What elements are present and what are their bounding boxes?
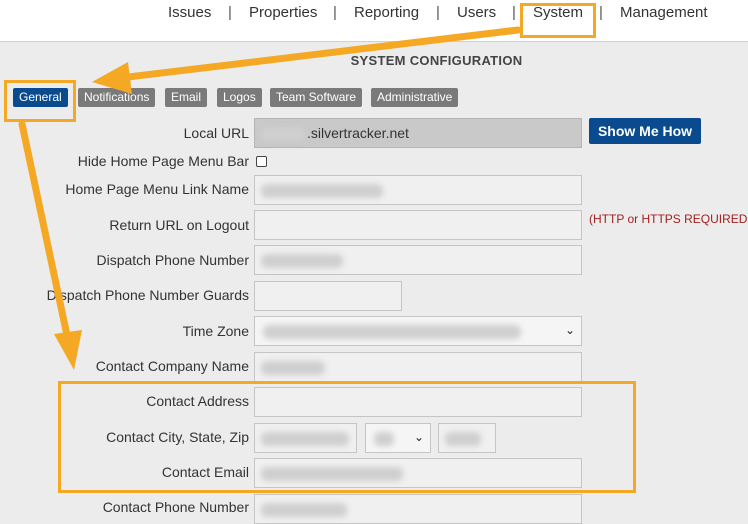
arrow-general-to-contact: [18, 120, 72, 344]
arrow-system-to-general: [116, 26, 522, 82]
annotation-arrows: [18, 26, 522, 370]
arrowhead: [92, 62, 132, 94]
arrowhead: [54, 330, 82, 370]
